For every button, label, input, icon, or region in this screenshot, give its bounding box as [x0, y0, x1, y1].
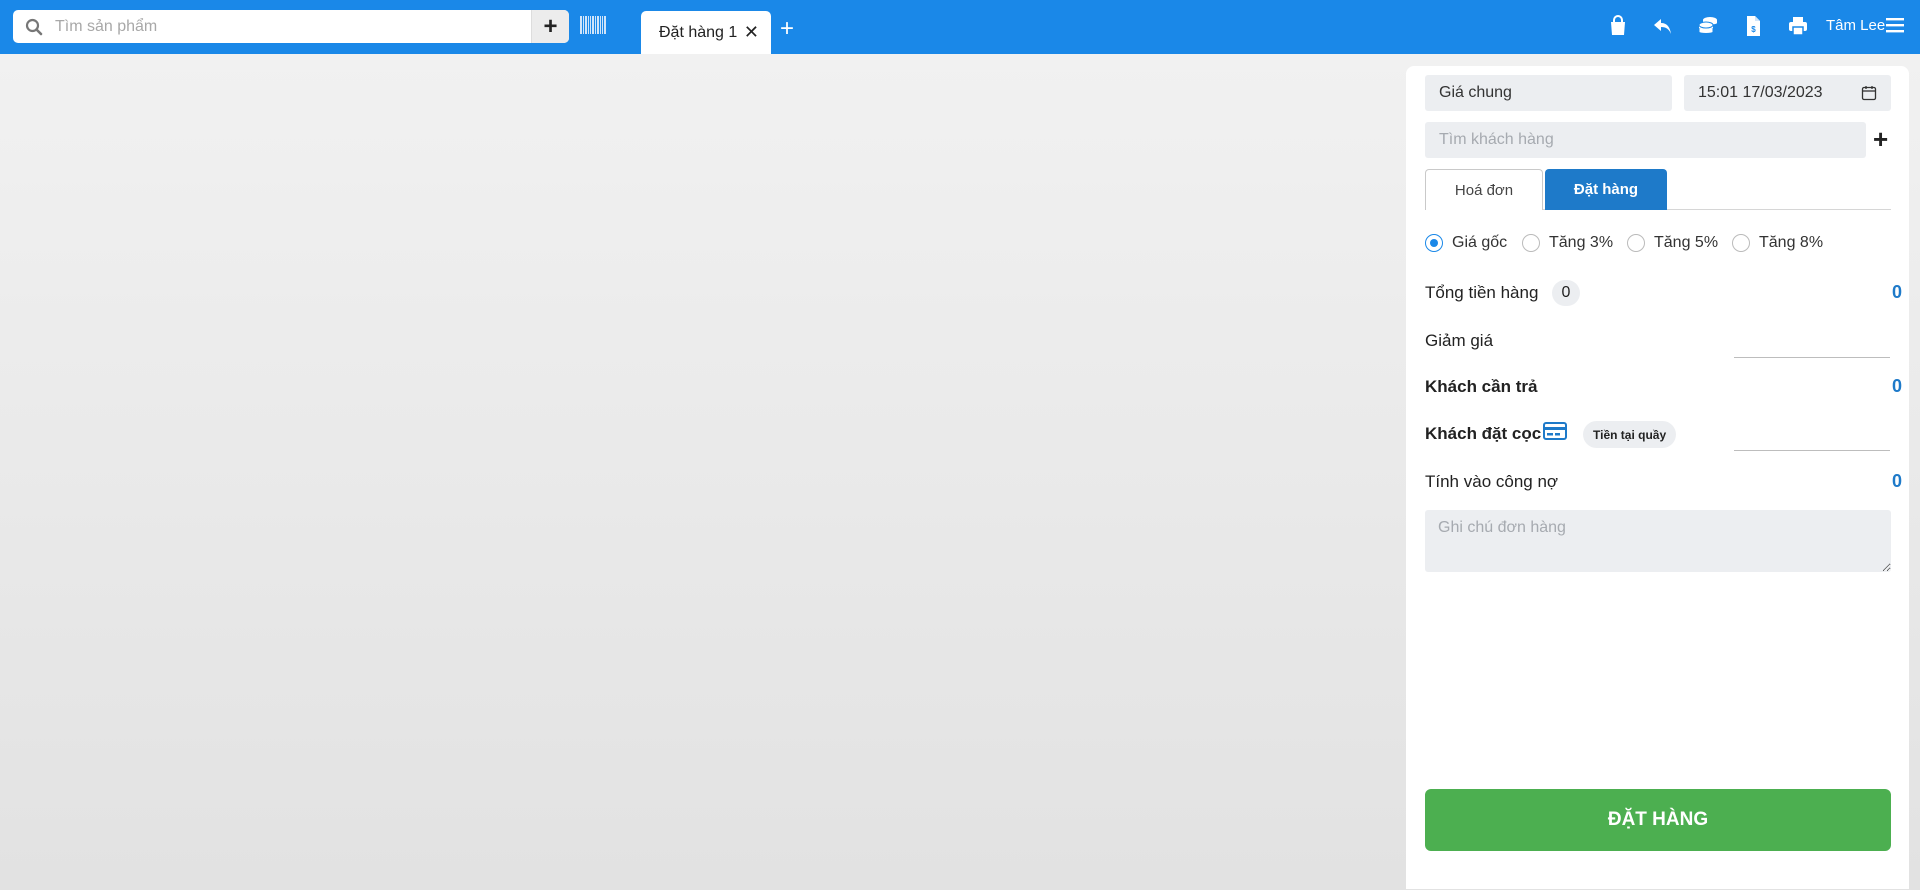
- radio-label: Tăng 5%: [1654, 234, 1719, 251]
- add-product-button[interactable]: +: [531, 10, 569, 43]
- credit-card-icon[interactable]: [1543, 422, 1567, 440]
- order-note-textarea[interactable]: [1425, 510, 1891, 572]
- tab-label: Đặt hàng 1: [659, 23, 738, 41]
- customer-pay-label: Khách cần trả: [1425, 377, 1538, 396]
- add-customer-button[interactable]: +: [1873, 126, 1888, 152]
- subtotal-value: 0: [1891, 282, 1902, 302]
- customer-pay-value: 0: [1891, 376, 1902, 396]
- datetime-value: 15:01 17/03/2023: [1698, 84, 1823, 101]
- barcode-icon[interactable]: [580, 16, 606, 34]
- radio-label: Giá gốc: [1452, 234, 1508, 251]
- product-search-input[interactable]: [55, 10, 525, 43]
- subtotal-label: Tổng tiền hàng: [1425, 283, 1539, 302]
- customer-search-placeholder: Tìm khách hàng: [1439, 131, 1554, 148]
- user-name[interactable]: Tâm Lee: [1826, 17, 1885, 34]
- customer-search-input[interactable]: Tìm khách hàng: [1425, 122, 1866, 158]
- item-count-badge: 0: [1552, 280, 1580, 306]
- radio-circle: [1425, 234, 1443, 252]
- debt-value: 0: [1891, 471, 1902, 491]
- calendar-icon[interactable]: [1861, 85, 1877, 101]
- menu-icon[interactable]: [1886, 17, 1904, 33]
- radio-increase-3[interactable]: Tăng 3%: [1522, 234, 1613, 252]
- close-tab-icon[interactable]: ✕: [744, 23, 759, 41]
- product-search-box: +: [13, 10, 569, 43]
- debt-label: Tính vào công nợ: [1425, 472, 1559, 491]
- price-list-value: Giá chung: [1439, 84, 1512, 101]
- radio-circle: [1522, 234, 1540, 252]
- new-tab-button[interactable]: +: [780, 17, 794, 41]
- radio-label: Tăng 3%: [1549, 234, 1614, 251]
- top-bar: + Đặt hàng 1 ✕ + $: [0, 0, 1920, 54]
- svg-text:$: $: [1751, 25, 1756, 34]
- place-order-button[interactable]: ĐẶT HÀNG: [1425, 789, 1891, 851]
- discount-label: Giảm giá: [1425, 331, 1494, 350]
- deposit-input[interactable]: [1734, 421, 1890, 451]
- tab-invoice[interactable]: Hoá đơn: [1425, 169, 1543, 210]
- payment-method-pill[interactable]: Tiền tại quầy: [1583, 421, 1677, 448]
- coins-icon[interactable]: [1696, 14, 1720, 38]
- radio-original-price[interactable]: Giá gốc: [1425, 234, 1507, 252]
- tab-order-1[interactable]: Đặt hàng 1 ✕: [641, 11, 771, 54]
- return-icon[interactable]: [1651, 14, 1675, 38]
- tab-order[interactable]: Đặt hàng: [1545, 169, 1667, 210]
- print-icon[interactable]: [1786, 14, 1810, 38]
- document-icon[interactable]: $: [1741, 14, 1765, 38]
- datetime-field[interactable]: 15:01 17/03/2023: [1684, 75, 1891, 111]
- search-icon: [25, 18, 43, 36]
- discount-input[interactable]: [1734, 328, 1890, 358]
- radio-circle: [1732, 234, 1750, 252]
- radio-label: Tăng 8%: [1759, 234, 1824, 251]
- bag-icon[interactable]: [1606, 14, 1630, 38]
- price-list-select[interactable]: Giá chung: [1425, 75, 1672, 111]
- radio-increase-8[interactable]: Tăng 8%: [1732, 234, 1823, 252]
- radio-increase-5[interactable]: Tăng 5%: [1627, 234, 1718, 252]
- deposit-label: Khách đặt cọc: [1425, 424, 1542, 443]
- radio-circle: [1627, 234, 1645, 252]
